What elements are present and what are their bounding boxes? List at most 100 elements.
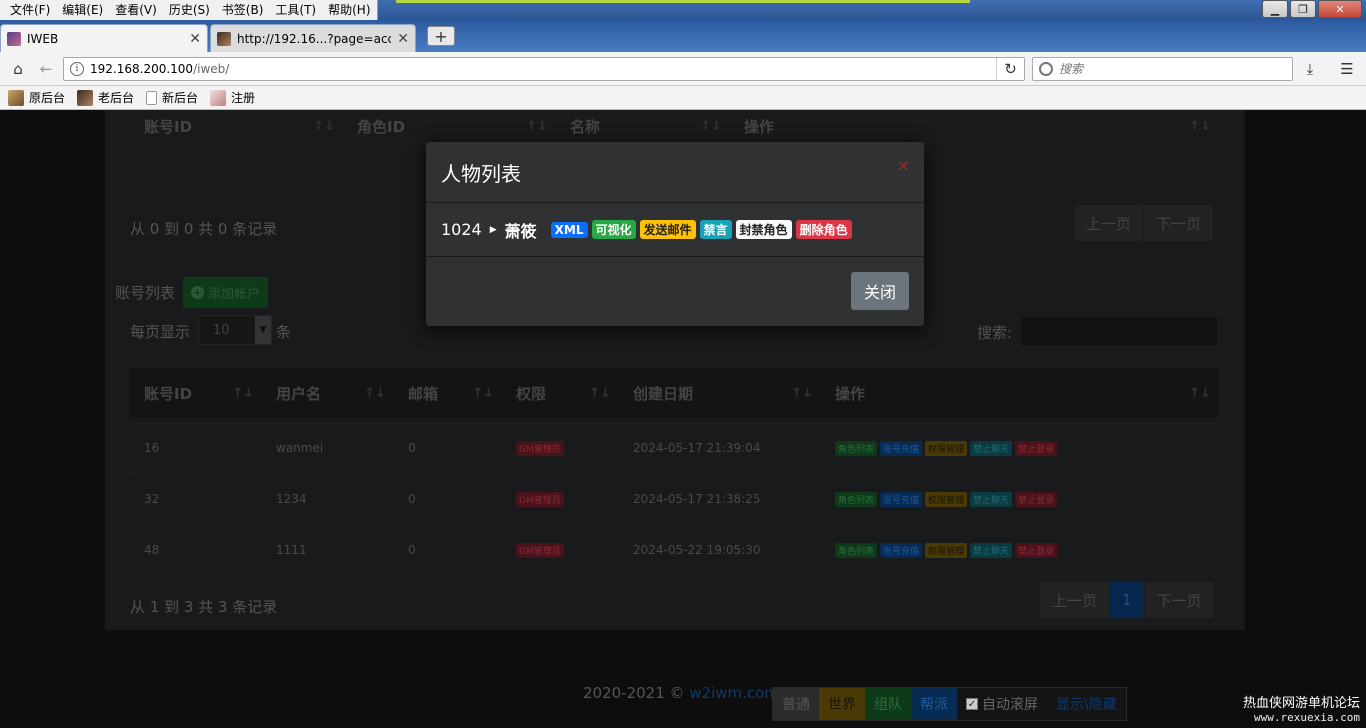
browser-search-input[interactable] (1059, 62, 1269, 76)
modal-footer: 关闭 (426, 257, 924, 325)
th-created-date[interactable]: 创建日期 ↑↓ (619, 368, 821, 418)
role-list-button[interactable]: 角色列表 (835, 491, 878, 507)
auto-scroll-checkbox[interactable]: ✓ 自动滚屏 (957, 688, 1047, 720)
reload-icon[interactable]: ↻ (996, 58, 1024, 80)
tab-account[interactable]: http://192.16...?page=account ✕ (210, 24, 416, 52)
per-page-select[interactable]: 10 ▼ (198, 315, 272, 345)
delete-character-button[interactable]: 删除角色 (795, 220, 852, 239)
tab-close-icon[interactable]: ✕ (189, 31, 201, 47)
menu-edit[interactable]: 编辑(E) (56, 0, 109, 20)
window-controls: ▁ ❐ ✕ (1262, 0, 1362, 18)
bookmark-page-icon (146, 90, 158, 105)
bookmark-new-admin[interactable]: 新后台 (146, 89, 198, 106)
hamburger-menu-icon[interactable]: ☰ (1337, 59, 1357, 79)
bookmark-character-icon (210, 89, 227, 106)
menu-tools[interactable]: 工具(T) (269, 0, 322, 20)
iweb-favicon-icon (7, 31, 21, 46)
permission-button[interactable]: 权限管理 (925, 491, 968, 507)
xml-button[interactable]: XML (550, 221, 588, 238)
tab-iweb[interactable]: IWEB ✕ (0, 24, 208, 52)
bookmark-image-icon (8, 89, 24, 106)
channel-world-button[interactable]: 世界 (819, 688, 865, 720)
bookmark-label: 老后台 (98, 91, 135, 105)
recharge-button[interactable]: 账号充值 (880, 542, 923, 558)
show-hide-link[interactable]: 显示\隐藏 (1047, 688, 1126, 720)
role-list-button[interactable]: 角色列表 (835, 440, 878, 456)
channel-team-button[interactable]: 组队 (865, 688, 911, 720)
mute-chat-button[interactable]: 禁止聊天 (970, 542, 1013, 558)
address-bar[interactable]: i 192.168.200.100/iweb/ ↻ (63, 57, 1025, 81)
th-permission[interactable]: 权限 ↑↓ (502, 368, 619, 418)
browser-search-box[interactable] (1032, 57, 1293, 81)
footer-link[interactable]: w2iwm.com (689, 684, 779, 702)
bookmark-avatar-icon (77, 89, 94, 106)
search-icon (1039, 62, 1053, 76)
visualize-button[interactable]: 可视化 (591, 220, 636, 239)
prev-page-button[interactable]: 上一页 (1040, 582, 1111, 618)
mute-chat-button[interactable]: 禁止聊天 (970, 491, 1013, 507)
bookmark-register[interactable]: 注册 (210, 89, 255, 106)
ban-login-button[interactable]: 禁止登录 (1015, 491, 1058, 507)
chat-channel-bar: 普通 世界 组队 帮派 ✓ 自动滚屏 显示\隐藏 (772, 687, 1127, 721)
role-table-info: 从 0 到 0 共 0 条记录 (130, 220, 278, 238)
mute-button[interactable]: 禁言 (699, 220, 732, 239)
footer-copyright: 2020-2021 © w2iwm.com (583, 684, 779, 702)
permission-button[interactable]: 权限管理 (925, 542, 968, 558)
cell-created: 2024-05-17 21:39:04 (633, 441, 761, 455)
download-icon[interactable]: ⤓ (1300, 59, 1320, 79)
prev-page-button[interactable]: 上一页 (1074, 205, 1145, 241)
account-table-pager: 上一页 1 下一页 (1040, 582, 1215, 618)
th-action[interactable]: 操作 ↑↓ (821, 368, 1219, 418)
close-button[interactable]: 关闭 (851, 272, 909, 310)
new-tab-button[interactable]: + (427, 26, 455, 46)
url-host: 192.168.200.100 (90, 62, 194, 76)
th-role-id[interactable]: 角色ID ↑↓ (343, 110, 556, 143)
menu-group: 文件(F) 编辑(E) 查看(V) 历史(S) 书签(B) 工具(T) 帮助(H… (0, 0, 378, 20)
ban-login-button[interactable]: 禁止登录 (1015, 542, 1058, 558)
th-account-id[interactable]: 账号ID ↑↓ (130, 368, 262, 418)
account-search-input[interactable] (1020, 316, 1219, 347)
add-account-button[interactable]: + 添加帐户 (183, 277, 269, 308)
close-icon[interactable]: × (897, 156, 910, 175)
account-list-title: 账号列表 (115, 284, 176, 302)
close-window-icon[interactable]: ✕ (1318, 0, 1362, 18)
menu-view[interactable]: 查看(V) (109, 0, 163, 20)
minimize-icon[interactable]: ▁ (1262, 0, 1288, 18)
tab-close-icon[interactable]: ✕ (397, 31, 409, 47)
role-badge: GM管理员 (516, 491, 564, 507)
mute-chat-button[interactable]: 禁止聊天 (970, 440, 1013, 456)
th-action[interactable]: 操作 ↑↓ (730, 110, 1219, 143)
page-1-button[interactable]: 1 (1110, 582, 1145, 618)
th-name[interactable]: 名称 ↑↓ (556, 110, 730, 143)
th-account-id[interactable]: 账号ID ↑↓ (130, 110, 343, 143)
cell-email: 0 (408, 543, 416, 557)
cell-email: 0 (408, 492, 416, 506)
th-username[interactable]: 用户名 ↑↓ (262, 368, 394, 418)
role-list-button[interactable]: 角色列表 (835, 542, 878, 558)
channel-guild-button[interactable]: 帮派 (911, 688, 957, 720)
bookmark-old-admin[interactable]: 老后台 (77, 89, 134, 106)
next-page-button[interactable]: 下一页 (1144, 205, 1215, 241)
ban-character-button[interactable]: 封禁角色 (735, 220, 792, 239)
menu-file[interactable]: 文件(F) (4, 0, 56, 20)
send-mail-button[interactable]: 发送邮件 (639, 220, 696, 239)
recharge-button[interactable]: 账号充值 (880, 491, 923, 507)
back-arrow-icon[interactable]: ← (36, 59, 56, 79)
menu-bookmarks[interactable]: 书签(B) (216, 0, 270, 20)
home-icon[interactable]: ⌂ (8, 59, 28, 79)
cell-created: 2024-05-22 19:05:30 (633, 543, 761, 557)
maximize-icon[interactable]: ❐ (1290, 0, 1316, 18)
per-page-unit: 条 (276, 323, 292, 341)
th-email[interactable]: 邮箱 ↑↓ (394, 368, 502, 418)
caret-right-icon: ▶ (489, 224, 497, 235)
channel-normal-button[interactable]: 普通 (773, 688, 819, 720)
next-page-button[interactable]: 下一页 (1144, 582, 1215, 618)
bookmark-original-admin[interactable]: 原后台 (8, 89, 65, 106)
site-info-icon[interactable]: i (70, 62, 84, 76)
menu-history[interactable]: 历史(S) (163, 0, 216, 20)
menu-help[interactable]: 帮助(H) (322, 0, 376, 20)
recharge-button[interactable]: 账号充值 (880, 440, 923, 456)
permission-button[interactable]: 权限管理 (925, 440, 968, 456)
bookmark-label: 原后台 (29, 91, 66, 105)
ban-login-button[interactable]: 禁止登录 (1015, 440, 1058, 456)
